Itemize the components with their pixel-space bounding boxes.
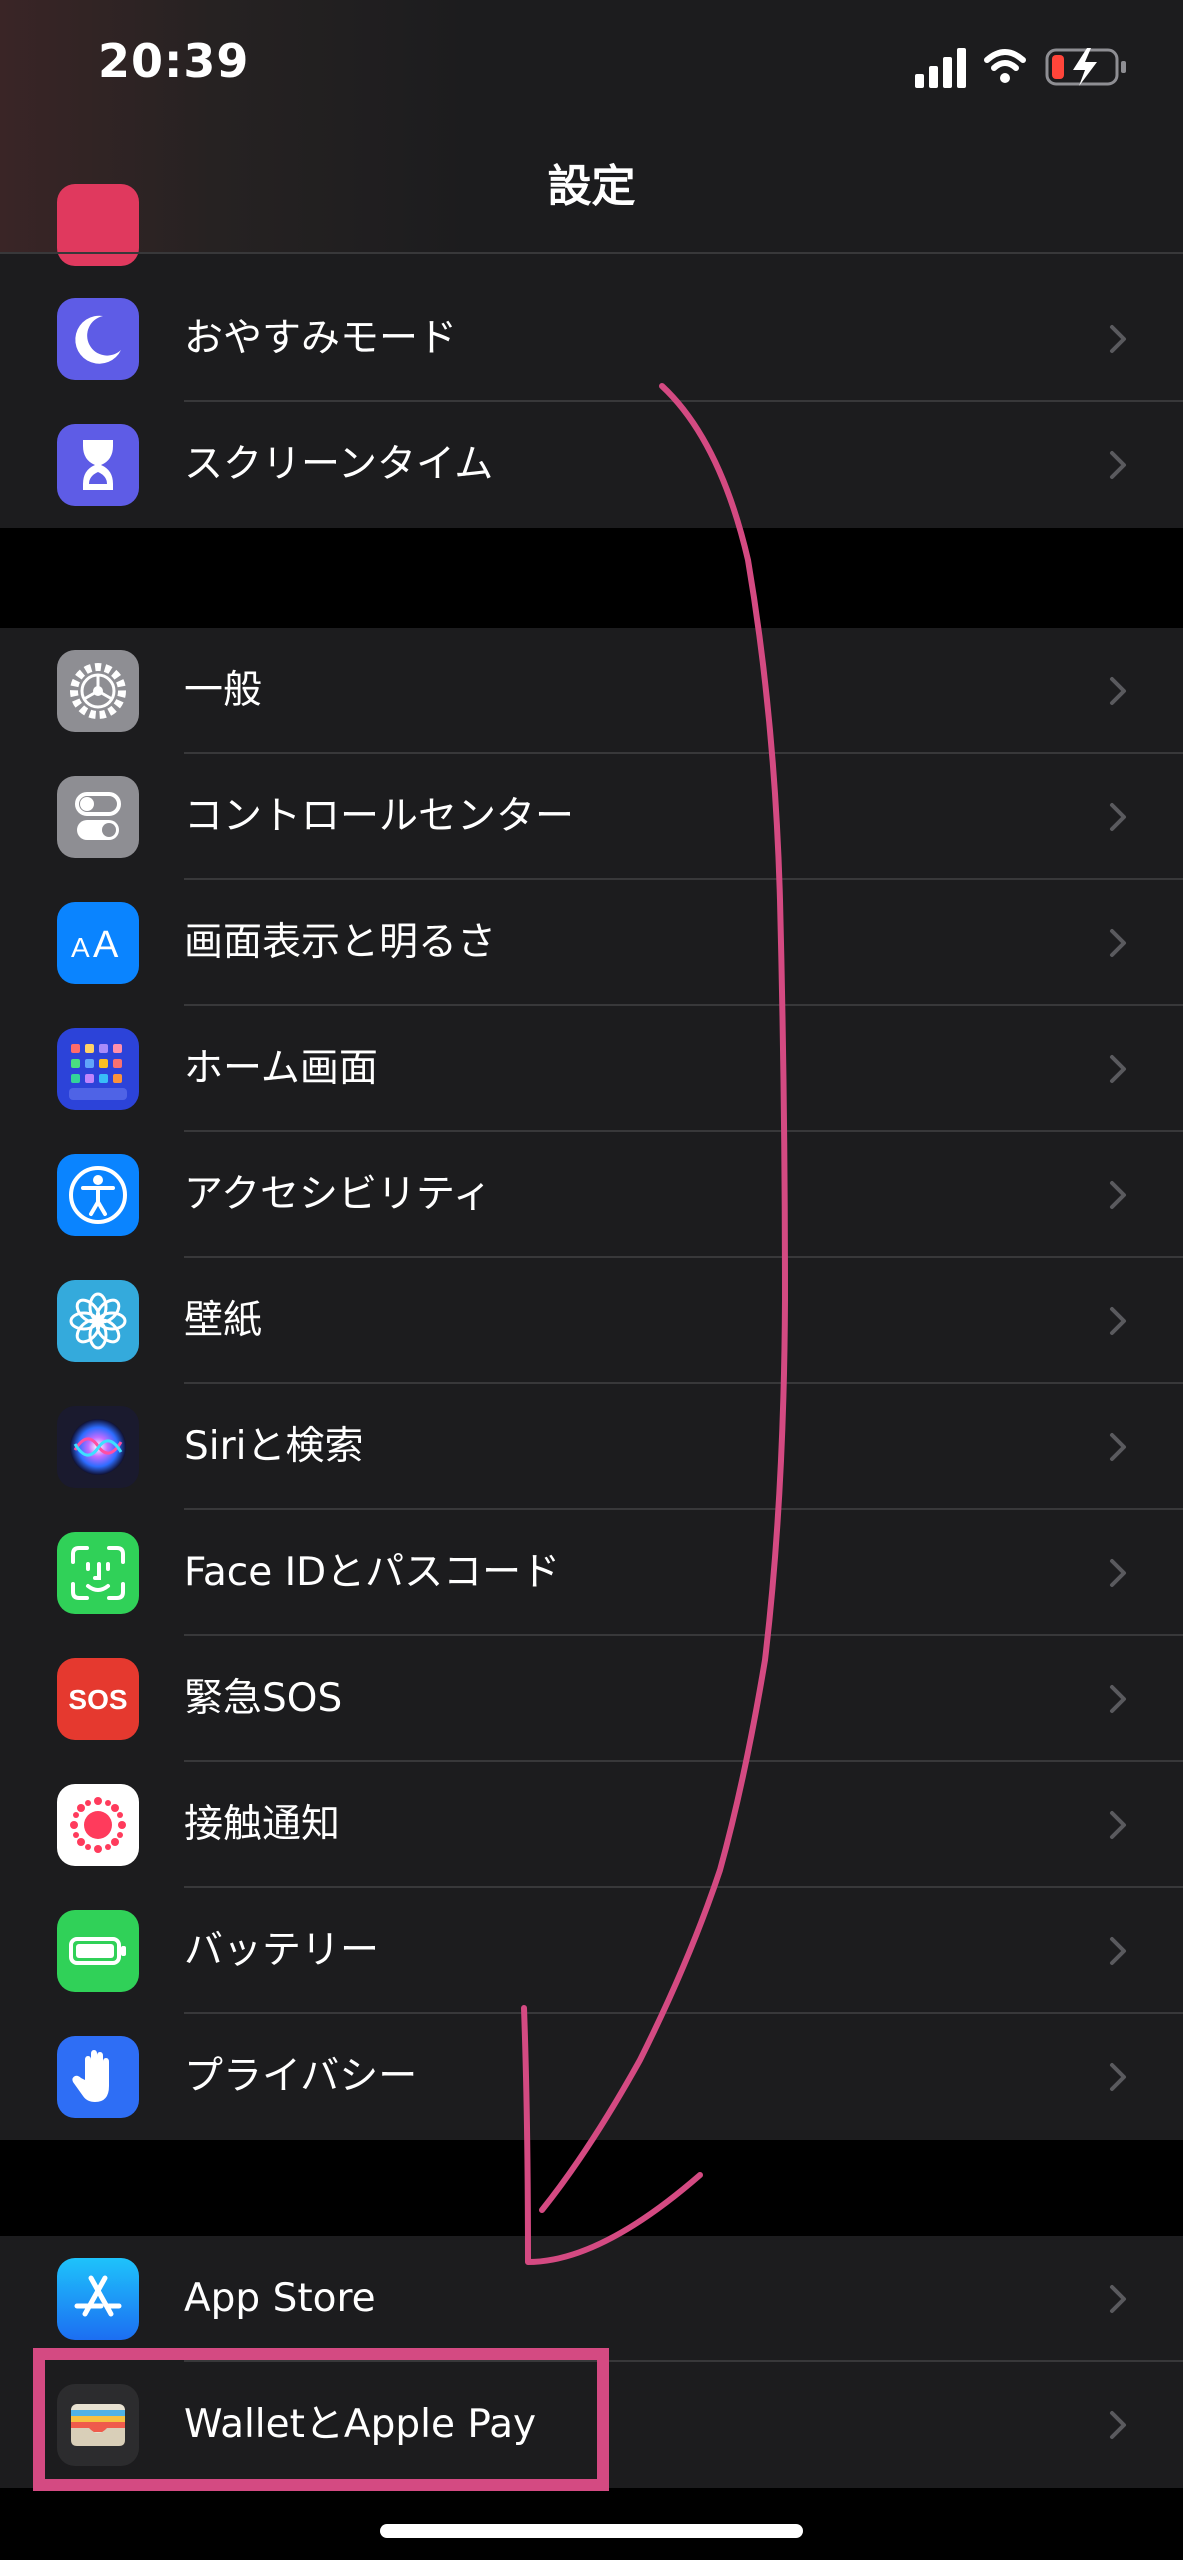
settings-group-focus: おやすみモード スクリーンタイム [0,276,1183,528]
chevron-right-icon [1110,1559,1126,1587]
settings-item-label: コントロールセンター [184,794,575,839]
settings-item-wallpaper[interactable]: 壁紙 [0,1258,1183,1384]
page-title: 設定 [547,161,636,212]
settings-item-screen-time[interactable]: スクリーンタイム [0,402,1183,528]
siri-icon [57,1406,139,1488]
chevron-right-icon [1110,1055,1126,1083]
chevron-right-icon [1110,451,1126,479]
chevron-right-icon [1110,803,1126,831]
settings-item-do-not-disturb[interactable]: おやすみモード [0,276,1183,402]
chevron-right-icon [1110,1181,1126,1209]
settings-item-control-center[interactable]: コントロールセンター [0,754,1183,880]
chevron-right-icon [1110,1937,1126,1965]
chevron-right-icon [1110,1433,1126,1461]
settings-item-label: App Store [184,2276,376,2321]
sos-icon: SOS [57,1658,139,1740]
app-store-icon [57,2258,139,2340]
chevron-right-icon [1110,1685,1126,1713]
settings-item-privacy[interactable]: プライバシー [0,2014,1183,2140]
settings-group-store: App Store WalletとApple Pay [0,2236,1183,2488]
status-icons [915,48,1126,88]
chevron-right-icon [1110,1307,1126,1335]
settings-item-exposure-notification[interactable]: 接触通知 [0,1762,1183,1888]
chevron-right-icon [1110,2285,1126,2313]
chevron-right-icon [1110,2063,1126,2091]
settings-item-label: 画面表示と明るさ [184,920,497,965]
gear-icon [57,650,139,732]
settings-item-label: バッテリー [184,1928,380,1973]
settings-item-label: 壁紙 [184,1298,263,1343]
cellular-signal-icon [915,48,966,88]
settings-item-label: 緊急SOS [184,1676,343,1721]
face-id-icon [57,1532,139,1614]
battery-icon [57,1910,139,1992]
svg-text:A: A [71,932,90,963]
chevron-right-icon [1110,929,1126,957]
settings-group-general: 一般 コントロールセンター AA 画面表示と明るさ ホーム画面 アクセシビリティ… [0,628,1183,2140]
moon-icon [57,298,139,380]
exposure-notification-icon [57,1784,139,1866]
settings-item-app-store[interactable]: App Store [0,2236,1183,2362]
settings-item-label: 一般 [184,668,263,713]
toggles-icon [57,776,139,858]
settings-item-label: スクリーンタイム [184,442,494,487]
text-size-icon: AA [57,902,139,984]
chevron-right-icon [1110,1811,1126,1839]
settings-item-label: Siriと検索 [184,1424,364,1469]
status-and-nav-bar: 20:39 設定 [0,0,1183,252]
hand-icon [57,2036,139,2118]
settings-item-wallet-apple-pay[interactable]: WalletとApple Pay [0,2362,1183,2488]
flower-icon [57,1280,139,1362]
settings-item-emergency-sos[interactable]: SOS 緊急SOS [0,1636,1183,1762]
svg-text:SOS: SOS [68,1684,127,1715]
chevron-right-icon [1110,2411,1126,2439]
settings-item-battery[interactable]: バッテリー [0,1888,1183,2014]
accessibility-icon [57,1154,139,1236]
settings-item-face-id[interactable]: Face IDとパスコード [0,1510,1183,1636]
settings-item-label: 接触通知 [184,1802,341,1847]
settings-item-display-brightness[interactable]: AA 画面表示と明るさ [0,880,1183,1006]
settings-item-siri-search[interactable]: Siriと検索 [0,1384,1183,1510]
home-indicator[interactable] [380,2524,803,2538]
settings-item-accessibility[interactable]: アクセシビリティ [0,1132,1183,1258]
chevron-right-icon [1110,677,1126,705]
settings-item-label: WalletとApple Pay [184,2402,537,2447]
svg-text:A: A [93,924,119,966]
wallet-icon [57,2384,139,2466]
wifi-icon [984,49,1026,83]
settings-item-label: ホーム画面 [184,1046,378,1091]
settings-item-label: アクセシビリティ [184,1172,492,1217]
hourglass-icon [57,424,139,506]
settings-item-label: プライバシー [184,2054,418,2099]
status-time: 20:39 [98,34,250,88]
settings-item-label: おやすみモード [184,316,458,361]
previous-row-hint [0,254,1183,276]
settings-item-label: Face IDとパスコード [184,1550,561,1595]
settings-item-home-screen[interactable]: ホーム画面 [0,1006,1183,1132]
settings-item-general[interactable]: 一般 [0,628,1183,754]
home-grid-icon [57,1028,139,1110]
battery-charging-icon [1045,48,1126,86]
nav-divider [0,252,1183,254]
chevron-right-icon [1110,325,1126,353]
